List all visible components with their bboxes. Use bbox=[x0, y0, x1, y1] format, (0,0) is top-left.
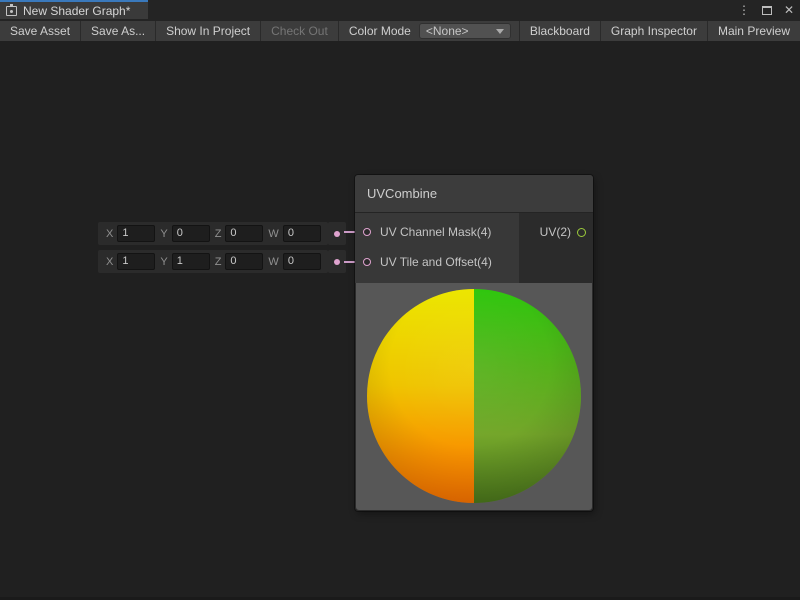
vector-field-w[interactable]: 0 bbox=[283, 225, 321, 242]
node-header[interactable]: UVCombine bbox=[355, 175, 593, 213]
window-maximize-icon[interactable] bbox=[762, 6, 772, 15]
vector-field-z[interactable]: 0 bbox=[225, 253, 263, 270]
graph-inspector-button[interactable]: Graph Inspector bbox=[600, 21, 707, 41]
uv-output-port-icon[interactable] bbox=[577, 228, 586, 237]
chevron-down-icon bbox=[496, 29, 504, 34]
vector4-widget-row2: X 1 Y 1 Z 0 W 0 bbox=[98, 250, 328, 273]
node-body: UV Channel Mask(4) UV Tile and Offset(4)… bbox=[355, 213, 593, 283]
vector-field-x[interactable]: 1 bbox=[117, 225, 155, 242]
field-label-z: Z bbox=[215, 256, 222, 268]
show-in-project-button[interactable]: Show In Project bbox=[156, 21, 261, 41]
uv-preview-sphere bbox=[367, 289, 581, 503]
color-mode-label: Color Mode bbox=[339, 21, 419, 41]
sphere-shading bbox=[367, 289, 581, 503]
blackboard-button[interactable]: Blackboard bbox=[519, 21, 600, 41]
field-label-w: W bbox=[268, 228, 278, 240]
vector4-output-connector-row1[interactable] bbox=[328, 222, 346, 245]
tab-title: New Shader Graph* bbox=[23, 4, 130, 18]
vector-field-x[interactable]: 1 bbox=[117, 253, 155, 270]
field-label-x: X bbox=[106, 256, 113, 268]
vector-field-y[interactable]: 1 bbox=[172, 253, 210, 270]
input-port-row: UV Channel Mask(4) bbox=[355, 217, 519, 247]
uv-channel-mask-port-icon[interactable] bbox=[363, 228, 371, 236]
output-port-row: UV(2) bbox=[519, 217, 593, 247]
field-label-x: X bbox=[106, 228, 113, 240]
color-mode-dropdown[interactable]: <None> bbox=[419, 23, 511, 39]
vector4-port-dot-icon bbox=[334, 231, 340, 237]
field-label-w: W bbox=[268, 256, 278, 268]
field-label-y: Y bbox=[160, 256, 167, 268]
shader-graph-window: New Shader Graph* ⋮ ✕ Save Asset Save As… bbox=[0, 0, 800, 600]
output-port-label: UV(2) bbox=[540, 225, 571, 239]
check-out-button: Check Out bbox=[261, 21, 339, 41]
window-controls: ⋮ ✕ bbox=[738, 0, 794, 20]
vector4-port-dot-icon bbox=[334, 259, 340, 265]
vector4-widget-row1: X 1 Y 0 Z 0 W 0 bbox=[98, 222, 328, 245]
titlebar: New Shader Graph* ⋮ ✕ bbox=[0, 0, 800, 21]
vector-field-w[interactable]: 0 bbox=[283, 253, 321, 270]
shader-graph-icon bbox=[6, 6, 17, 16]
field-label-y: Y bbox=[160, 228, 167, 240]
input-port-row: UV Tile and Offset(4) bbox=[355, 247, 519, 277]
node-preview-area bbox=[356, 283, 592, 510]
field-label-z: Z bbox=[215, 228, 222, 240]
save-asset-button[interactable]: Save Asset bbox=[0, 21, 81, 41]
vector-field-y[interactable]: 0 bbox=[172, 225, 210, 242]
vector-field-z[interactable]: 0 bbox=[225, 225, 263, 242]
uvcombine-node[interactable]: UVCombine UV Channel Mask(4) UV Tile and… bbox=[355, 175, 593, 511]
window-menu-icon[interactable]: ⋮ bbox=[738, 4, 750, 16]
node-title: UVCombine bbox=[367, 186, 437, 201]
window-close-icon[interactable]: ✕ bbox=[784, 4, 794, 16]
color-mode-value: <None> bbox=[426, 24, 469, 38]
tab-new-shader-graph[interactable]: New Shader Graph* bbox=[0, 0, 148, 19]
graph-canvas[interactable]: X 1 Y 0 Z 0 W 0 X 1 Y 1 Z 0 W 0 bbox=[0, 41, 800, 600]
uv-tile-offset-port-icon[interactable] bbox=[363, 258, 371, 266]
toolbar: Save Asset Save As... Show In Project Ch… bbox=[0, 21, 800, 41]
node-input-area: UV Channel Mask(4) UV Tile and Offset(4) bbox=[355, 213, 519, 283]
input-port-label: UV Tile and Offset(4) bbox=[380, 255, 492, 269]
input-port-label: UV Channel Mask(4) bbox=[380, 225, 491, 239]
save-as-button[interactable]: Save As... bbox=[81, 21, 156, 41]
main-preview-button[interactable]: Main Preview bbox=[707, 21, 800, 41]
